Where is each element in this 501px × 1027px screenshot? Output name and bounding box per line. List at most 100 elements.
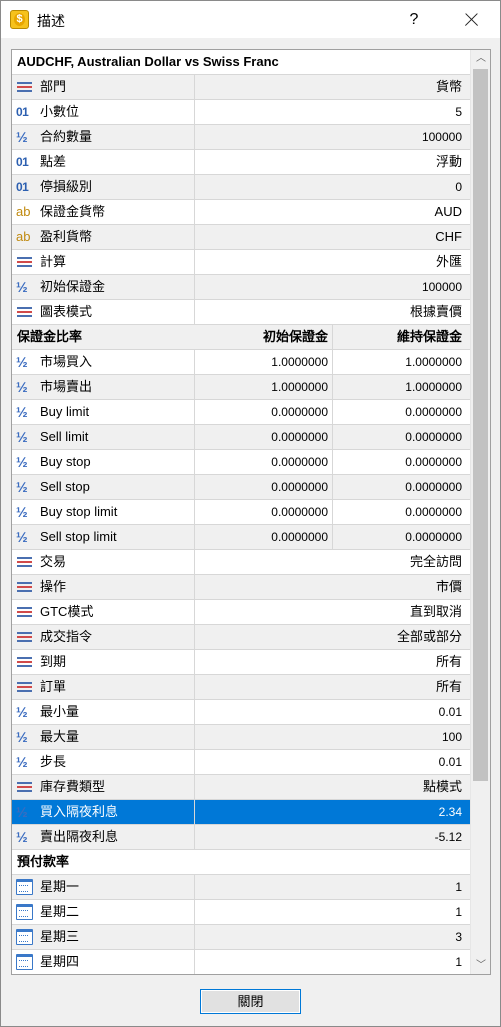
decimal-icon: ½ <box>16 354 28 370</box>
window-title: 描述 <box>37 13 65 29</box>
maintenance-margin-value: 1.0000000 <box>405 380 462 394</box>
initial-margin-value: 0.0000000 <box>196 525 333 549</box>
list-icon <box>16 604 33 620</box>
list-icon <box>16 554 33 570</box>
property-row[interactable]: 小數位 01 5 <box>12 100 470 125</box>
property-name: 到期 <box>12 650 195 674</box>
property-name: 星期三 <box>12 925 195 949</box>
property-name: 買入隔夜利息 <box>12 800 195 824</box>
property-name: 操作 <box>12 575 195 599</box>
initial-margin-value: 0.0000000 <box>196 425 333 449</box>
property-value: 所有 <box>435 654 462 669</box>
property-value: 全部或部分 <box>396 629 462 644</box>
property-row[interactable]: 星期一 1 <box>12 875 470 900</box>
decimal-icon: ½ <box>16 829 28 845</box>
scroll-thumb[interactable] <box>473 69 488 781</box>
help-button[interactable]: ? <box>399 5 429 35</box>
property-row[interactable]: 到期 所有 <box>12 650 470 675</box>
property-name: 星期二 <box>12 900 195 924</box>
margin-rate-row[interactable]: Sell limit ½ 0.0000000 0.0000000 <box>12 425 470 450</box>
property-row[interactable]: 最大量 ½ 100 <box>12 725 470 750</box>
property-row[interactable]: 步長 ½ 0.01 <box>12 750 470 775</box>
initial-margin-value: 0.0000000 <box>196 400 333 424</box>
property-row[interactable]: 買入隔夜利息 ½ 2.34 <box>12 800 470 825</box>
property-row[interactable]: 賣出隔夜利息 ½ -5.12 <box>12 825 470 850</box>
property-row[interactable]: 星期二 1 <box>12 900 470 925</box>
calendar-icon <box>16 954 33 970</box>
property-name: 訂單 <box>12 675 195 699</box>
calendar-icon <box>16 879 33 895</box>
decimal-icon: ½ <box>16 754 28 770</box>
close-window-button[interactable] <box>456 5 486 35</box>
property-row[interactable]: 成交指令 全部或部分 <box>12 625 470 650</box>
maintenance-margin-value: 0.0000000 <box>405 455 462 469</box>
property-row[interactable]: 交易 完全訪問 <box>12 550 470 575</box>
property-row[interactable]: 點差 01 浮動 <box>12 150 470 175</box>
property-rows: AUDCHF, Australian Dollar vs Swiss Franc… <box>12 50 470 974</box>
initial-margin-value: 0.0000000 <box>196 500 333 524</box>
property-row[interactable]: 最小量 ½ 0.01 <box>12 700 470 725</box>
margin-rate-row[interactable]: Sell stop limit ½ 0.0000000 0.0000000 <box>12 525 470 550</box>
property-row[interactable]: 星期四 1 <box>12 950 470 974</box>
property-row[interactable]: 停損級別 01 0 <box>12 175 470 200</box>
property-row[interactable]: 訂單 所有 <box>12 675 470 700</box>
property-row[interactable]: 初始保證金 ½ 100000 <box>12 275 470 300</box>
property-row[interactable]: 盈利貨幣 ab CHF <box>12 225 470 250</box>
property-value: 浮動 <box>435 154 462 169</box>
list-icon <box>16 79 33 95</box>
vertical-scrollbar[interactable]: ︿ ﹀ <box>470 50 490 974</box>
initial-margin-value: 1.0000000 <box>196 350 333 374</box>
property-value: 市價 <box>435 579 462 594</box>
property-row[interactable]: 保證金貨幣 ab AUD <box>12 200 470 225</box>
property-row[interactable]: 計算 外匯 <box>12 250 470 275</box>
property-name: 庫存費類型 <box>12 775 195 799</box>
property-name: 步長 <box>12 750 195 774</box>
decimal-icon: ½ <box>16 404 28 420</box>
prepayment-title: 預付款率 <box>17 854 70 869</box>
column-header-maintenance-margin: 維持保證金 <box>396 329 462 344</box>
initial-margin-value: 0.0000000 <box>196 450 333 474</box>
property-name: 計算 <box>12 250 195 274</box>
property-name: 小數位 <box>12 100 195 124</box>
property-value: 外匯 <box>435 254 462 269</box>
property-name: 停損級別 <box>12 175 195 199</box>
property-row[interactable]: 合約數量 ½ 100000 <box>12 125 470 150</box>
property-row[interactable]: 圖表模式 根據賣價 <box>12 300 470 325</box>
property-value: 直到取消 <box>409 604 462 619</box>
calendar-icon <box>16 904 33 920</box>
margin-rate-row[interactable]: 市場賣出 ½ 1.0000000 1.0000000 <box>12 375 470 400</box>
margin-rate-row[interactable]: Buy stop limit ½ 0.0000000 0.0000000 <box>12 500 470 525</box>
prepayment-header: 預付款率 <box>12 850 470 875</box>
margin-rate-row[interactable]: 市場買入 ½ 1.0000000 1.0000000 <box>12 350 470 375</box>
property-grid[interactable]: AUDCHF, Australian Dollar vs Swiss Franc… <box>11 49 491 975</box>
close-dialog-button[interactable]: 關閉 <box>200 989 301 1014</box>
property-value: 3 <box>455 930 462 944</box>
margin-rate-row[interactable]: Buy stop ½ 0.0000000 0.0000000 <box>12 450 470 475</box>
property-name: 交易 <box>12 550 195 574</box>
property-value: 1 <box>455 955 462 969</box>
order-type-name: Sell stop limit <box>12 525 195 549</box>
margin-rate-row[interactable]: Buy limit ½ 0.0000000 0.0000000 <box>12 400 470 425</box>
property-row[interactable]: 星期三 3 <box>12 925 470 950</box>
margin-table-title: 保證金比率 <box>17 329 83 344</box>
property-name: GTC模式 <box>12 600 195 624</box>
scroll-up-arrow-icon[interactable]: ︿ <box>471 50 490 67</box>
symbol-properties-dialog: $ 描述 ? AUDCHF, Australian Dollar vs Swis… <box>0 0 501 1027</box>
decimal-icon: ½ <box>16 129 28 145</box>
maintenance-margin-value: 0.0000000 <box>405 480 462 494</box>
property-name: 保證金貨幣 <box>12 200 195 224</box>
decimal-icon: ½ <box>16 704 28 720</box>
property-value: 根據賣價 <box>409 304 462 319</box>
order-type-name: Sell limit <box>12 425 195 449</box>
property-value: 完全訪問 <box>409 554 462 569</box>
scroll-down-arrow-icon[interactable]: ﹀ <box>471 957 490 974</box>
property-row[interactable]: GTC模式 直到取消 <box>12 600 470 625</box>
app-money-icon: $ <box>10 10 29 29</box>
decimal-icon: ½ <box>16 279 28 295</box>
property-row[interactable]: 庫存費類型 點模式 <box>12 775 470 800</box>
property-row[interactable]: 部門 貨幣 <box>12 75 470 100</box>
list-icon <box>16 679 33 695</box>
margin-rate-row[interactable]: Sell stop ½ 0.0000000 0.0000000 <box>12 475 470 500</box>
margin-table-header: 保證金比率 初始保證金 維持保證金 <box>12 325 470 350</box>
property-row[interactable]: 操作 市價 <box>12 575 470 600</box>
